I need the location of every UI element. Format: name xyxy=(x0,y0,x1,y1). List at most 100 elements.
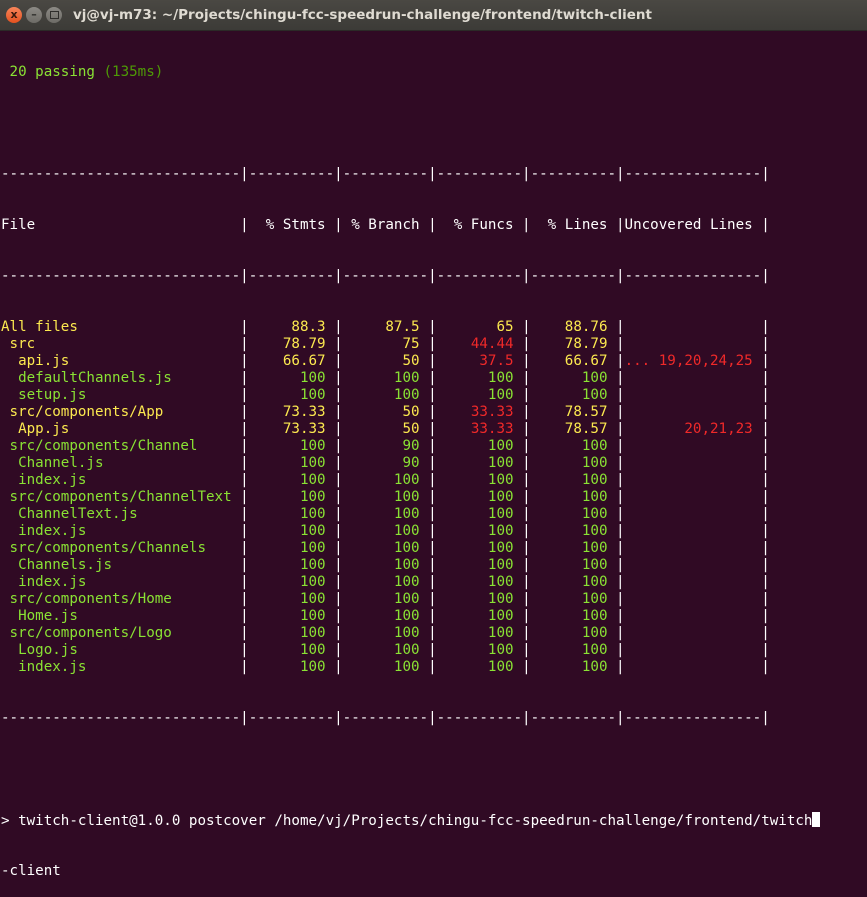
column-divider: | xyxy=(616,591,625,607)
cell-lines: 100 xyxy=(530,387,617,403)
column-divider: | xyxy=(428,523,437,539)
cell-stmts: 100 xyxy=(248,557,335,573)
column-divider: | xyxy=(334,336,343,352)
column-divider: | xyxy=(334,319,343,335)
column-divider: | xyxy=(334,659,343,675)
maximize-icon[interactable] xyxy=(46,7,62,23)
column-divider: | xyxy=(616,472,625,488)
table-row: src/components/App | 73.33 | 50 | 33.33 … xyxy=(1,404,867,421)
column-divider: | xyxy=(240,506,249,522)
column-divider: | xyxy=(761,319,770,335)
column-divider: | xyxy=(522,319,531,335)
cell-file: Home.js xyxy=(1,608,241,624)
column-divider: | xyxy=(761,557,770,573)
column-divider: | xyxy=(522,455,531,471)
cell-file: src/components/Channel xyxy=(1,438,241,454)
cell-uncovered xyxy=(625,455,762,471)
column-divider: | xyxy=(616,506,625,522)
cursor xyxy=(812,812,821,827)
column-divider: | xyxy=(761,438,770,454)
column-divider: | xyxy=(240,455,249,471)
coverage-table-body: All files | 88.3 | 87.5 | 65 | 88.76 | |… xyxy=(1,319,867,676)
column-divider: | xyxy=(428,353,437,369)
cell-branch: 50 xyxy=(342,421,429,437)
table-row: index.js | 100 | 100 | 100 | 100 | | xyxy=(1,472,867,489)
cell-uncovered xyxy=(625,438,762,454)
column-divider: | xyxy=(616,540,625,556)
cell-branch: 75 xyxy=(342,336,429,352)
cell-file: index.js xyxy=(1,472,241,488)
cell-funcs: 100 xyxy=(436,540,523,556)
column-divider: | xyxy=(761,404,770,420)
column-divider: | xyxy=(761,353,770,369)
cell-funcs: 100 xyxy=(436,489,523,505)
column-divider: | xyxy=(240,489,249,505)
column-divider: | xyxy=(761,625,770,641)
column-divider: | xyxy=(334,557,343,573)
column-divider: | xyxy=(428,421,437,437)
cell-lines: 100 xyxy=(530,438,617,454)
column-divider: | xyxy=(522,438,531,454)
column-divider: | xyxy=(428,489,437,505)
cell-uncovered xyxy=(625,387,762,403)
column-divider: | xyxy=(240,387,249,403)
column-divider: | xyxy=(761,506,770,522)
column-divider: | xyxy=(240,574,249,590)
cell-funcs: 100 xyxy=(436,506,523,522)
cell-funcs: 33.33 xyxy=(436,404,523,420)
column-divider: | xyxy=(428,591,437,607)
column-divider: | xyxy=(761,540,770,556)
column-divider: | xyxy=(334,387,343,403)
cell-uncovered xyxy=(625,540,762,556)
minimize-icon[interactable]: – xyxy=(26,7,42,23)
cell-uncovered: 20,21,23 xyxy=(624,421,762,437)
cell-lines: 100 xyxy=(530,506,617,522)
cell-lines: 66.67 xyxy=(530,353,617,369)
column-divider: | xyxy=(761,489,770,505)
close-icon[interactable]: x xyxy=(6,7,22,23)
cell-uncovered xyxy=(625,523,762,539)
cell-lines: 100 xyxy=(530,591,617,607)
cell-lines: 100 xyxy=(530,642,617,658)
column-divider: | xyxy=(761,523,770,539)
cell-uncovered xyxy=(625,404,762,420)
table-row: App.js | 73.33 | 50 | 33.33 | 78.57 | 20… xyxy=(1,421,867,438)
column-divider: | xyxy=(522,608,531,624)
cell-funcs: 100 xyxy=(436,625,523,641)
cell-branch: 87.5 xyxy=(342,319,429,335)
column-divider: | xyxy=(761,472,770,488)
column-divider: | xyxy=(428,574,437,590)
cell-funcs: 100 xyxy=(436,387,523,403)
column-divider: | xyxy=(240,404,249,420)
column-divider: | xyxy=(240,421,249,437)
cell-stmts: 100 xyxy=(248,625,335,641)
cell-funcs: 100 xyxy=(436,370,523,386)
cell-uncovered xyxy=(625,557,762,573)
cell-file: Logo.js xyxy=(1,642,241,658)
column-divider: | xyxy=(428,387,437,403)
column-divider: | xyxy=(240,472,249,488)
cell-uncovered xyxy=(625,489,762,505)
passing-count: 20 passing xyxy=(9,64,95,80)
table-row: setup.js | 100 | 100 | 100 | 100 | | xyxy=(1,387,867,404)
window-title: vj@vj-m73: ~/Projects/chingu-fcc-speedru… xyxy=(73,7,652,23)
cell-branch: 100 xyxy=(342,625,429,641)
column-divider: | xyxy=(334,625,343,641)
cell-funcs: 100 xyxy=(436,557,523,573)
column-divider: | xyxy=(428,404,437,420)
cell-uncovered xyxy=(625,608,762,624)
table-row: src/components/Channel | 100 | 90 | 100 … xyxy=(1,438,867,455)
column-divider: | xyxy=(616,353,625,369)
column-divider: | xyxy=(522,489,531,505)
cell-uncovered xyxy=(625,472,762,488)
column-divider: | xyxy=(240,625,249,641)
terminal-output[interactable]: 20 passing (135ms) ---------------------… xyxy=(1,30,867,897)
passing-time: (135ms) xyxy=(103,64,164,80)
column-divider: | xyxy=(334,540,343,556)
column-divider: | xyxy=(240,557,249,573)
column-divider: | xyxy=(334,472,343,488)
cell-file: src/components/ChannelText xyxy=(1,489,241,505)
cell-funcs: 33.33 xyxy=(436,421,523,437)
cell-branch: 100 xyxy=(342,523,429,539)
cell-uncovered xyxy=(625,591,762,607)
